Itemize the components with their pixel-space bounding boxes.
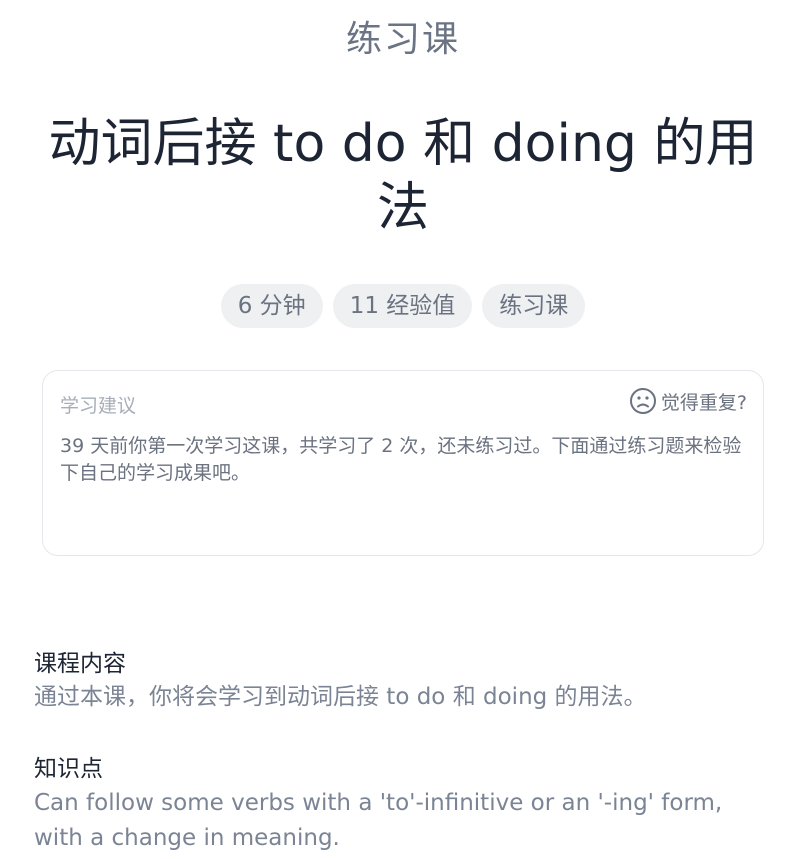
feels-repetitive-button[interactable]: 觉得重复? (629, 387, 747, 415)
study-advice-title: 学习建议 (60, 395, 137, 417)
knowledge-points-text: Can follow some verbs with a 'to'-infini… (34, 790, 723, 851)
xp-tag: 11 经验值 (332, 284, 473, 328)
course-content-text: 通过本课，你将会学习到动词后接 to do 和 doing 的用法。 (34, 684, 647, 710)
study-advice-card: 学习建议 觉得重复? 39 天前你第一次学习这课，共学习了 2 次，还未练习过。… (42, 370, 764, 556)
sad-face-icon (629, 387, 657, 415)
knowledge-points-label: 知识点 (34, 756, 103, 782)
course-content-label: 课程内容 (34, 651, 126, 677)
lesson-type-heading: 练习课 (345, 19, 460, 60)
lesson-type-tag: 练习课 (482, 284, 586, 328)
lesson-page: 练习课 动词后接 to do 和 doing 的用法 6 分钟 11 经验值 练… (0, 0, 806, 859)
lesson-tags: 6 分钟 11 经验值 练习课 (0, 284, 806, 328)
study-advice-text: 39 天前你第一次学习这课，共学习了 2 次，还未练习过。下面通过练习题来检验下… (60, 435, 742, 484)
lesson-title: 动词后接 to do 和 doing 的用法 (48, 114, 758, 238)
feels-repetitive-label: 觉得重复? (660, 391, 747, 414)
duration-tag: 6 分钟 (220, 284, 323, 328)
